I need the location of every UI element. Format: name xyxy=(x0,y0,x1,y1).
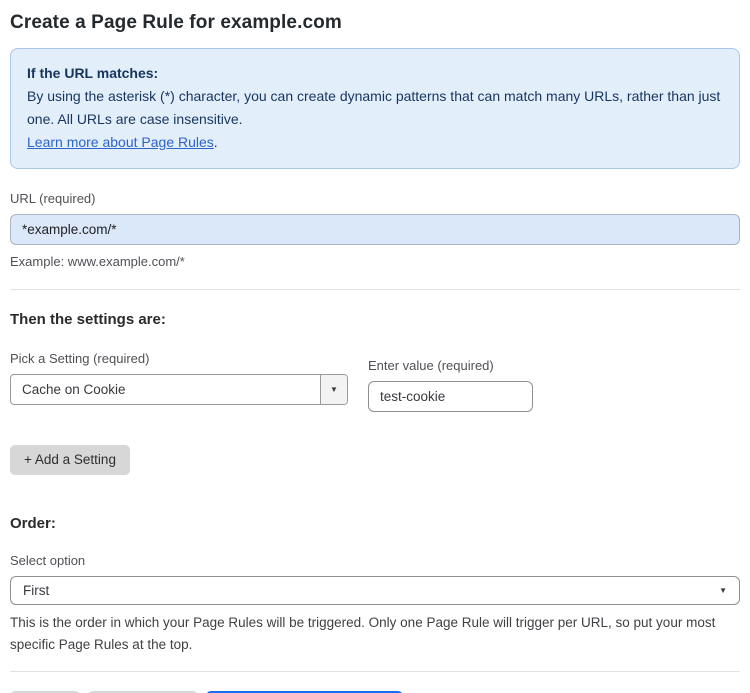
info-box-heading: If the URL matches: xyxy=(27,65,159,81)
info-box-body: By using the asterisk (*) character, you… xyxy=(27,88,721,127)
setting-value-label: Enter value (required) xyxy=(368,358,494,373)
order-select-label: Select option xyxy=(10,553,86,568)
settings-row: Pick a Setting (required) Cache on Cooki… xyxy=(10,351,740,412)
url-match-info-box: If the URL matches: By using the asteris… xyxy=(10,48,740,169)
setting-picker-column: Pick a Setting (required) Cache on Cooki… xyxy=(10,351,348,412)
order-select-value: First xyxy=(23,583,50,598)
page-rule-form: Create a Page Rule for example.com If th… xyxy=(0,0,750,693)
order-select[interactable]: First ▼ xyxy=(10,576,740,605)
chevron-down-icon: ▼ xyxy=(330,384,338,394)
add-setting-button[interactable]: + Add a Setting xyxy=(10,445,130,475)
order-helper-text: This is the order in which your Page Rul… xyxy=(10,615,716,652)
learn-more-link[interactable]: Learn more about Page Rules xyxy=(27,134,214,150)
info-box-link-line: Learn more about Page Rules. xyxy=(27,131,723,154)
divider xyxy=(10,289,740,290)
chevron-down-icon: ▼ xyxy=(719,585,727,595)
page-title: Create a Page Rule for example.com xyxy=(10,12,342,33)
url-field-label: URL (required) xyxy=(10,191,96,206)
setting-picker-label: Pick a Setting (required) xyxy=(10,351,150,366)
footer-divider xyxy=(10,671,740,672)
url-helper-text: Example: www.example.com/* xyxy=(10,254,185,269)
link-suffix: . xyxy=(213,134,218,150)
setting-value-input[interactable] xyxy=(368,381,533,412)
url-input[interactable] xyxy=(10,214,740,245)
order-heading: Order: xyxy=(10,515,56,532)
setting-value-column: Enter value (required) xyxy=(368,358,533,412)
setting-select[interactable]: Cache on Cookie ▼ xyxy=(10,374,348,405)
setting-select-arrow-button[interactable]: ▼ xyxy=(320,375,347,404)
setting-select-value: Cache on Cookie xyxy=(22,382,126,397)
settings-heading: Then the settings are: xyxy=(10,311,166,328)
